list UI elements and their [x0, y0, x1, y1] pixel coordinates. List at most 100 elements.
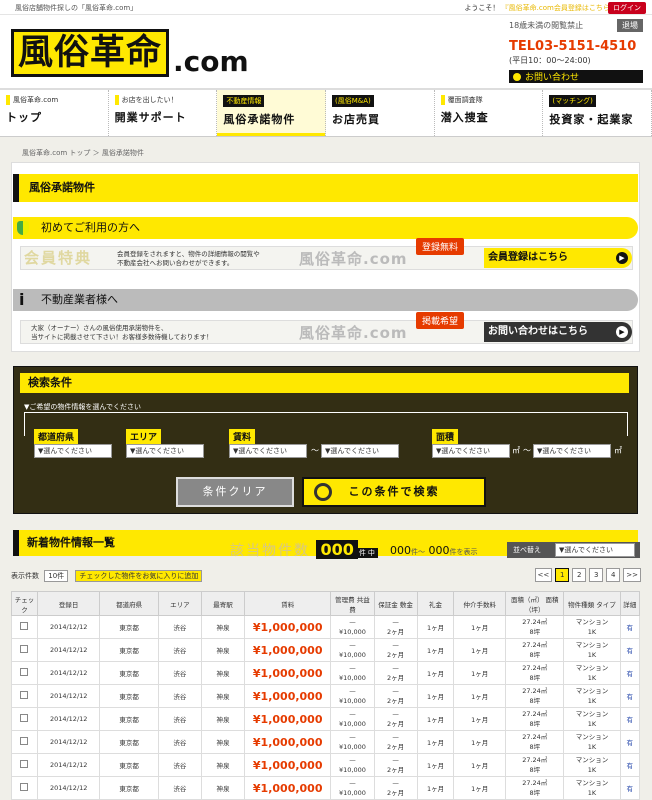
cell-key: 1ヶ月	[416, 753, 455, 777]
pref-select[interactable]: ▼選んでください	[34, 444, 112, 458]
cell-mgmt2: ¥10,000	[338, 766, 366, 774]
detail-link[interactable]: 有	[619, 661, 640, 685]
nav-matching[interactable]: (マッチング) 投資家・起業家	[543, 90, 652, 136]
cell-type2: 1K	[587, 697, 597, 705]
page-2[interactable]: 2	[572, 568, 587, 582]
page-first[interactable]: <<	[534, 568, 553, 582]
exit-button[interactable]: 退場	[617, 19, 643, 32]
cell-date: 2014/12/12	[36, 707, 101, 731]
cell-fee: 1ヶ月	[453, 707, 507, 731]
detail-link[interactable]: 有	[619, 730, 640, 754]
column-header: 保証金 敷金	[373, 591, 418, 616]
cell-date: 2014/12/12	[36, 638, 101, 662]
clear-button[interactable]: 条件クリア	[176, 477, 294, 507]
cell-dep2: 2ヶ月	[387, 766, 405, 774]
detail-link[interactable]: 有	[619, 684, 640, 708]
detail-link[interactable]: 有	[619, 753, 640, 777]
contact-button[interactable]: お問い合わせ	[509, 70, 643, 83]
search-button[interactable]: この条件で検索	[302, 477, 486, 507]
cell-dep2: 2ヶ月	[387, 628, 405, 636]
row-checkbox[interactable]	[20, 691, 29, 699]
nav-support[interactable]: お店を出したい！ 開業サポート	[109, 90, 218, 136]
cell-type2: 1K	[587, 674, 597, 682]
detail-link[interactable]: 有	[619, 615, 640, 639]
cell-station: 神泉	[200, 776, 246, 800]
display-count-control: 表示件数 10件 チェックした物件をお気に入りに追加	[11, 570, 203, 582]
cell-mgmt2: ¥10,000	[338, 674, 366, 682]
page-1[interactable]: 1	[555, 568, 570, 582]
page-3[interactable]: 3	[589, 568, 604, 582]
cell-size1: 27.24㎡	[522, 756, 548, 764]
table-row: 2014/12/12 東京都 渋谷 神泉 ¥1,000,000 — ¥10,000 — 2ヶ月 1…	[11, 661, 640, 685]
rent-min-select[interactable]: ▼選んでください	[229, 444, 307, 458]
cell-pref: 東京都	[99, 638, 159, 662]
display-count-select[interactable]: 10件	[44, 570, 69, 582]
cell-type2: 1K	[587, 628, 597, 636]
cell-size1: 27.24㎡	[522, 687, 548, 695]
sort-select[interactable]: ▼選んでください	[555, 543, 635, 557]
detail-link[interactable]: 有	[619, 707, 640, 731]
page-4[interactable]: 4	[606, 568, 621, 582]
table-row: 2014/12/12 東京都 渋谷 神泉 ¥1,000,000 — ¥10,000 — 2ヶ月 1…	[11, 707, 640, 731]
table-body: 2014/12/12 東京都 渋谷 神泉 ¥1,000,000— ¥10,000—2ヶ月 1…	[11, 615, 640, 800]
row-checkbox[interactable]	[20, 645, 29, 653]
arrow-icon: ▶	[616, 252, 628, 264]
cell-mgmt1: —	[349, 687, 356, 695]
row-checkbox[interactable]	[20, 622, 29, 630]
cell-fee: 1ヶ月	[453, 615, 507, 639]
cell-date: 2014/12/12	[36, 730, 101, 754]
row-checkbox[interactable]	[20, 668, 29, 676]
size-max-select[interactable]: ▼選んでください	[533, 444, 611, 458]
login-button[interactable]: ログイン	[608, 2, 646, 14]
cell-date: 2014/12/12	[36, 684, 101, 708]
cell-rent: ¥1,000,000	[244, 684, 332, 708]
column-header: 面積（㎡） 面積（坪）	[505, 591, 565, 616]
cell-mgmt1: —	[349, 779, 356, 787]
cell-mgmt1: —	[349, 733, 356, 741]
cell-station: 神泉	[200, 661, 246, 685]
page-title: 風俗承諾物件	[13, 174, 638, 202]
site-logo[interactable]: 風俗革命 .com	[11, 27, 249, 77]
size-min-select[interactable]: ▼選んでください	[432, 444, 510, 458]
nav-sale[interactable]: (風俗M&A) お店売買	[326, 90, 435, 136]
nav-top[interactable]: 風俗革命.com トップ	[0, 90, 109, 136]
register-button[interactable]: 会員登録はこちら ▶	[484, 248, 632, 268]
agents-heading: i 不動産業者様へ	[13, 289, 638, 311]
column-header: 最寄駅	[200, 591, 246, 616]
cell-type2: 1K	[587, 743, 597, 751]
table-row: 2014/12/12 東京都 渋谷 神泉 ¥1,000,000 — ¥10,000 — 2ヶ月 1…	[11, 638, 640, 662]
cell-key: 1ヶ月	[416, 684, 455, 708]
nav-properties[interactable]: 不動産情報 風俗承諾物件	[217, 90, 327, 136]
pagination: << 1 2 3 4 >>	[534, 568, 641, 582]
cell-dep1: —	[392, 641, 399, 649]
row-checkbox[interactable]	[20, 760, 29, 768]
property-table: チェック 登録日 都道府県 エリア 最寄駅 賃料 管理費 共益費 保証金 敷金 礼金 仲介手数料面…	[11, 591, 640, 800]
detail-link[interactable]: 有	[619, 638, 640, 662]
cell-mgmt1: —	[349, 710, 356, 718]
cell-area: 渋谷	[157, 753, 202, 777]
row-checkbox[interactable]	[20, 737, 29, 745]
pref-label: 都道府県	[34, 429, 79, 444]
cell-dep1: —	[392, 756, 399, 764]
add-favorite-button[interactable]: チェックした物件をお気に入りに追加	[75, 570, 203, 582]
rent-max-select[interactable]: ▼選んでください	[321, 444, 399, 458]
page-last[interactable]: >>	[623, 568, 641, 582]
cell-dep2: 2ヶ月	[387, 789, 405, 797]
table-header-row: チェック 登録日 都道府県 エリア 最寄駅 賃料 管理費 共益費 保証金 敷金 礼金 仲介手数料面…	[11, 591, 640, 616]
cell-key: 1ヶ月	[416, 661, 455, 685]
area-select[interactable]: ▼選んでください	[126, 444, 204, 458]
cell-mgmt1: —	[349, 756, 356, 764]
cell-pref: 東京都	[99, 615, 159, 639]
agent-contact-button[interactable]: お問い合わせはこちら ▶	[484, 322, 632, 342]
detail-link[interactable]: 有	[619, 776, 640, 800]
breadcrumb[interactable]: 風俗革命.com トップ ＞ 風俗承諾物件	[22, 148, 144, 158]
welcome-text: ようこそ！	[464, 4, 500, 12]
nav-investigation[interactable]: 覆面調査隊 潜入捜査	[435, 90, 544, 136]
cell-size2: 8坪	[529, 743, 541, 751]
area-label: エリア	[126, 429, 162, 444]
register-link[interactable]: 『風俗革命.com会員登録はこちら',	[502, 4, 614, 12]
cell-date: 2014/12/12	[36, 661, 101, 685]
cell-fee: 1ヶ月	[453, 661, 507, 685]
row-checkbox[interactable]	[20, 714, 29, 722]
row-checkbox[interactable]	[20, 783, 29, 791]
